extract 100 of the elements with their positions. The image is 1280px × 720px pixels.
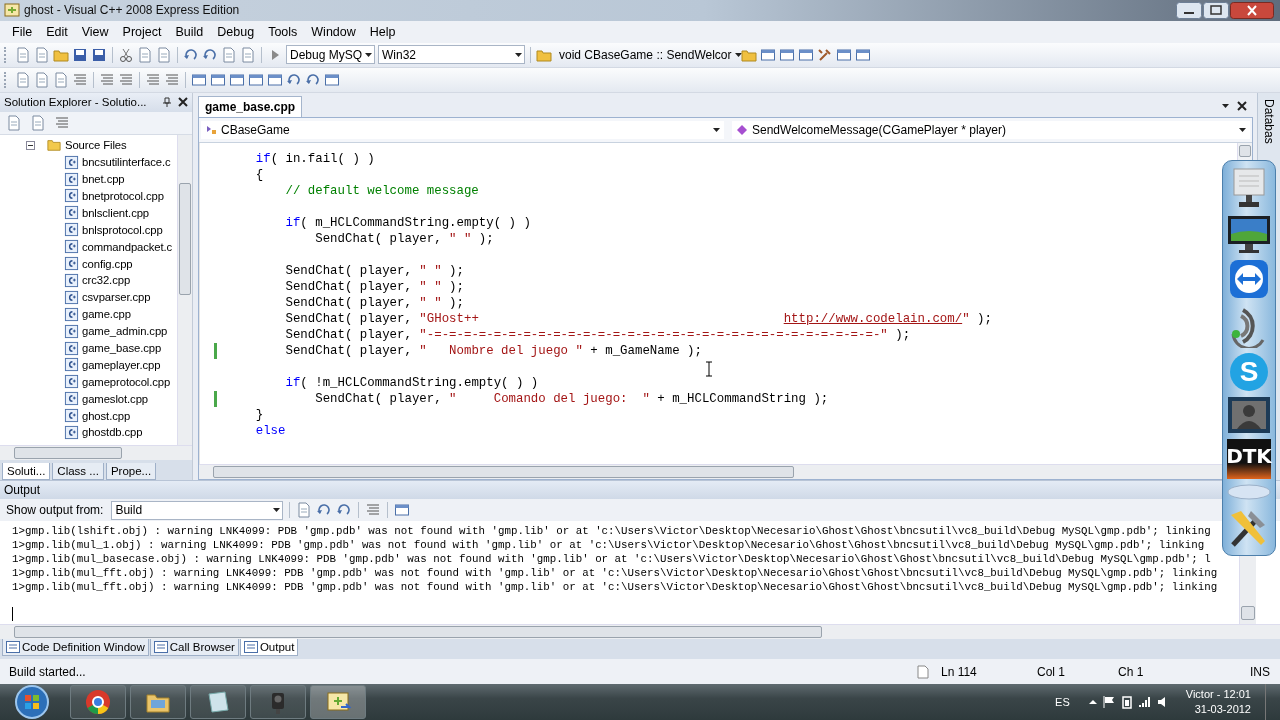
taskbar-button[interactable] bbox=[70, 685, 126, 719]
window-icon[interactable] bbox=[210, 71, 226, 88]
panel-tab[interactable]: Class ... bbox=[52, 463, 104, 481]
panel-tab[interactable]: Soluti... bbox=[2, 463, 51, 481]
tree-item[interactable]: gameplayer.cpp bbox=[82, 358, 161, 371]
browser-icon bbox=[85, 689, 111, 715]
window-icon[interactable] bbox=[248, 71, 264, 88]
cpp-file-icon bbox=[64, 205, 79, 221]
minimize-button[interactable] bbox=[1176, 2, 1202, 19]
screen-icon[interactable] bbox=[1227, 214, 1271, 254]
tree-item[interactable]: game_admin.cpp bbox=[82, 325, 168, 338]
curved-arrow-icon[interactable] bbox=[286, 71, 302, 88]
window-icon[interactable] bbox=[855, 46, 871, 63]
menu-item[interactable]: Tools bbox=[262, 22, 306, 41]
pin-icon[interactable] bbox=[162, 97, 172, 108]
code-line: { bbox=[254, 167, 264, 182]
cpp-file-icon bbox=[64, 408, 79, 424]
scrollbar[interactable] bbox=[177, 134, 192, 446]
up-arrow-icon[interactable] bbox=[1087, 697, 1098, 707]
curved-arrow-icon[interactable] bbox=[202, 46, 218, 63]
window-icon[interactable] bbox=[324, 71, 340, 88]
side-tab[interactable]: Databas bbox=[1262, 98, 1276, 144]
close-button[interactable] bbox=[1230, 2, 1274, 19]
window-icon[interactable] bbox=[267, 71, 283, 88]
tree-item[interactable]: game_base.cpp bbox=[82, 342, 162, 354]
menu-item[interactable]: Help bbox=[363, 22, 404, 41]
flag-icon[interactable] bbox=[1101, 695, 1116, 709]
close-icon[interactable] bbox=[1237, 100, 1247, 111]
panel-tab[interactable]: Output bbox=[239, 639, 299, 657]
output-source-dropdown[interactable]: Build bbox=[111, 500, 284, 520]
tree-item[interactable]: bncsutilinterface.c bbox=[82, 156, 171, 169]
window-icon[interactable] bbox=[229, 71, 245, 88]
window-icon[interactable] bbox=[798, 46, 814, 63]
menu-item[interactable]: Edit bbox=[40, 22, 76, 41]
code-link[interactable]: http://www.codelain.com/ bbox=[783, 311, 963, 326]
taskbar-button[interactable] bbox=[130, 685, 186, 719]
panel-tab[interactable]: Call Browser bbox=[149, 639, 239, 657]
menu-item[interactable]: Build bbox=[169, 22, 212, 41]
cpp-file-icon bbox=[64, 272, 79, 288]
tree-item[interactable]: ghostdb.cpp bbox=[82, 426, 143, 439]
scrollbar[interactable] bbox=[0, 445, 192, 461]
scrollbar-thumb[interactable] bbox=[213, 466, 795, 479]
tree-item[interactable]: game.cpp bbox=[82, 308, 131, 321]
window-icon[interactable] bbox=[779, 46, 795, 63]
tree-item[interactable]: bnet.cpp bbox=[82, 173, 125, 186]
cpp-file-icon bbox=[64, 391, 79, 407]
tree-item[interactable]: Source Files bbox=[65, 139, 127, 152]
menu-item[interactable]: Debug bbox=[211, 22, 263, 41]
signal-icon[interactable] bbox=[1137, 695, 1152, 709]
function-dropdown[interactable]: void CBaseGame :: SendWelcor bbox=[555, 45, 738, 65]
taskbar-button[interactable] bbox=[190, 685, 246, 719]
output-line: 1>gmp.lib(mul_basecase.obj) : warning LNK4099: PDB 'gmp.pdb' was not found with 'gmp.lib' or at 'c:\Users\Victor\Desktop\Necesario\Ghost\Ghost\bncsutil\vc8_build\Debug MySQL\gmp.pdb'; l bbox=[12, 552, 1211, 567]
text-caret bbox=[12, 607, 13, 622]
arrows-icon[interactable] bbox=[1229, 259, 1269, 299]
tree-item[interactable]: bnlsprotocol.cpp bbox=[82, 223, 163, 236]
scrollbar[interactable] bbox=[0, 624, 1280, 640]
clock-time[interactable]: Victor - 12:01 bbox=[1185, 687, 1251, 702]
close-icon[interactable] bbox=[178, 97, 188, 108]
taskbar-button[interactable] bbox=[310, 685, 366, 719]
tree-item[interactable]: bnetprotocol.cpp bbox=[82, 190, 164, 202]
taskbar-button[interactable] bbox=[250, 685, 306, 719]
battery-icon[interactable] bbox=[1119, 695, 1134, 709]
panel-tab[interactable]: Code Definition Window bbox=[2, 639, 149, 657]
curved-arrow-icon[interactable] bbox=[183, 46, 199, 63]
tree-item[interactable]: gameprotocol.cpp bbox=[82, 375, 171, 388]
window-icon[interactable] bbox=[191, 71, 207, 88]
start-button[interactable] bbox=[14, 684, 50, 720]
file-tab[interactable]: game_base.cpp bbox=[198, 95, 303, 117]
maximize-button[interactable] bbox=[1203, 2, 1229, 19]
scissors-icon[interactable] bbox=[118, 46, 134, 63]
tool-icon[interactable] bbox=[817, 46, 833, 63]
tree-item[interactable]: crc32.cpp bbox=[82, 274, 131, 287]
tree-item[interactable]: config.cpp bbox=[82, 257, 133, 270]
person-icon[interactable] bbox=[1227, 396, 1271, 434]
cpp-file-icon bbox=[64, 222, 79, 238]
tree-item[interactable]: commandpacket.c bbox=[82, 240, 173, 253]
menu-item[interactable]: Project bbox=[116, 22, 170, 41]
tree-item[interactable]: gameslot.cpp bbox=[82, 392, 148, 405]
scrollbar-thumb[interactable] bbox=[1239, 144, 1251, 157]
window-icon[interactable] bbox=[760, 46, 776, 63]
panel-tab[interactable]: Prope... bbox=[105, 463, 157, 481]
menu-item[interactable]: File bbox=[6, 22, 41, 41]
curved-arrow-icon[interactable] bbox=[305, 71, 321, 88]
tree-item[interactable]: ghost.cpp bbox=[82, 409, 131, 422]
member-dropdown[interactable]: SendWelcomeMessage(CGamePlayer * player) bbox=[732, 120, 1250, 139]
class-dropdown[interactable]: CBaseGame bbox=[201, 120, 724, 139]
menu-item[interactable]: View bbox=[75, 22, 117, 41]
tree-item[interactable]: csvparser.cpp bbox=[82, 291, 151, 304]
scrollbar-thumb[interactable] bbox=[1241, 606, 1255, 621]
window-icon[interactable] bbox=[836, 46, 852, 63]
clock-date[interactable]: 31-03-2012 bbox=[1194, 702, 1251, 717]
collapse-icon[interactable] bbox=[26, 140, 35, 150]
code-line: SendChat( player, " " ); bbox=[314, 231, 494, 246]
tree-item[interactable]: bnlsclient.cpp bbox=[82, 206, 150, 219]
menu-item[interactable]: Window bbox=[305, 22, 364, 41]
configuration-dropdown[interactable]: Debug MySQ bbox=[286, 45, 375, 65]
window-icon[interactable] bbox=[394, 502, 411, 519]
caret-icon[interactable] bbox=[1222, 103, 1229, 108]
platform-dropdown[interactable]: Win32 bbox=[378, 45, 525, 65]
language-indicator[interactable]: ES bbox=[1055, 696, 1070, 708]
